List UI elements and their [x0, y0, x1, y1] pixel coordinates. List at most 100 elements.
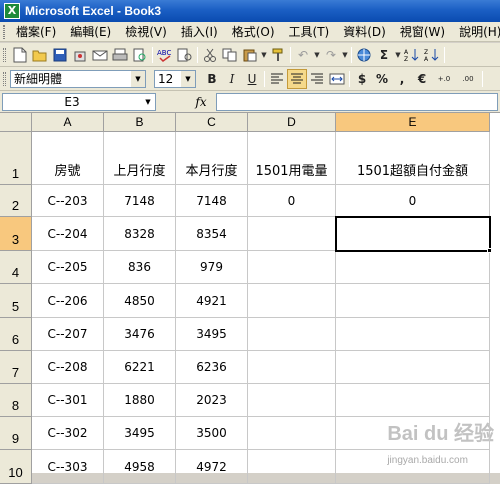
format-painter-icon[interactable]	[268, 45, 288, 65]
cell-b9[interactable]: 3495	[104, 417, 176, 450]
font-name-select[interactable]: 新細明體 ▼	[10, 69, 146, 88]
chevron-down-icon[interactable]: ▼	[260, 51, 268, 59]
cell-d7[interactable]	[248, 351, 336, 384]
fill-handle[interactable]	[487, 248, 492, 253]
currency-button[interactable]: $	[352, 69, 372, 89]
cell-e7[interactable]	[336, 351, 490, 384]
cell-b1[interactable]: 上月行度	[104, 132, 176, 185]
cell-a1[interactable]: 房號	[32, 132, 104, 185]
cell-b2[interactable]: 7148	[104, 185, 176, 217]
toolbar-grip[interactable]	[3, 24, 5, 39]
cell-c8[interactable]: 2023	[176, 384, 248, 417]
print-preview-icon[interactable]	[130, 45, 150, 65]
column-header-e[interactable]: E	[336, 113, 490, 132]
cell-d9[interactable]	[248, 417, 336, 450]
cell-d2[interactable]: 0	[248, 185, 336, 217]
euro-button[interactable]: €	[412, 69, 432, 89]
menu-tools[interactable]: 工具(T)	[282, 23, 337, 40]
cell-b7[interactable]: 6221	[104, 351, 176, 384]
select-all-corner[interactable]	[0, 113, 32, 132]
cell-a6[interactable]: C--207	[32, 318, 104, 351]
chevron-down-icon[interactable]: ▼	[394, 51, 402, 59]
copy-icon[interactable]	[220, 45, 240, 65]
increase-decimal-button[interactable]: +.0	[432, 69, 456, 89]
print-icon[interactable]	[110, 45, 130, 65]
chevron-down-icon[interactable]: ▼	[131, 70, 145, 87]
cell-c6[interactable]: 3495	[176, 318, 248, 351]
column-header-d[interactable]: D	[248, 113, 336, 132]
cell-d4[interactable]	[248, 251, 336, 284]
comma-button[interactable]: ,	[392, 69, 412, 89]
toolbar-grip[interactable]	[3, 71, 6, 86]
cell-a3[interactable]: C--204	[32, 217, 104, 251]
redo-icon[interactable]: ↷	[321, 45, 341, 65]
chevron-down-icon[interactable]: ▼	[313, 51, 321, 59]
cell-c2[interactable]: 7148	[176, 185, 248, 217]
cell-c3[interactable]: 8354	[176, 217, 248, 251]
cell-b3[interactable]: 8328	[104, 217, 176, 251]
merge-center-icon[interactable]	[327, 69, 347, 89]
cell-b10[interactable]: 4958	[104, 450, 176, 484]
row-header-7[interactable]: 7	[0, 351, 32, 384]
sort-descending-icon[interactable]: ZA	[422, 45, 442, 65]
cell-d1[interactable]: 1501用電量	[248, 132, 336, 185]
cut-icon[interactable]	[200, 45, 220, 65]
chevron-down-icon[interactable]: ▼	[141, 98, 155, 106]
cell-c10[interactable]: 4972	[176, 450, 248, 484]
menu-view[interactable]: 檢視(V)	[118, 23, 174, 40]
row-header-10[interactable]: 10	[0, 450, 32, 484]
cell-c4[interactable]: 979	[176, 251, 248, 284]
italic-button[interactable]: I	[222, 69, 242, 89]
cell-b8[interactable]: 1880	[104, 384, 176, 417]
menu-window[interactable]: 視窗(W)	[393, 23, 452, 40]
cell-a5[interactable]: C--206	[32, 284, 104, 318]
toolbar-grip[interactable]	[3, 47, 6, 62]
row-header-6[interactable]: 6	[0, 318, 32, 351]
open-folder-icon[interactable]	[30, 45, 50, 65]
bold-button[interactable]: B	[202, 69, 222, 89]
chevron-down-icon[interactable]: ▼	[181, 70, 195, 87]
cell-d5[interactable]	[248, 284, 336, 318]
cell-a2[interactable]: C--203	[32, 185, 104, 217]
cell-e5[interactable]	[336, 284, 490, 318]
cell-e10[interactable]	[336, 450, 490, 484]
cell-c5[interactable]: 4921	[176, 284, 248, 318]
align-center-icon[interactable]	[287, 68, 307, 89]
menu-insert[interactable]: 插入(I)	[174, 23, 225, 40]
row-header-9[interactable]: 9	[0, 417, 32, 450]
column-header-a[interactable]: A	[32, 113, 104, 132]
cell-c7[interactable]: 6236	[176, 351, 248, 384]
cell-b6[interactable]: 3476	[104, 318, 176, 351]
email-icon[interactable]	[90, 45, 110, 65]
menu-help[interactable]: 說明(H)	[452, 23, 500, 40]
cell-a10[interactable]: C--303	[32, 450, 104, 484]
cell-e6[interactable]	[336, 318, 490, 351]
decrease-decimal-button[interactable]: .00	[456, 69, 480, 89]
cell-a8[interactable]: C--301	[32, 384, 104, 417]
sort-ascending-icon[interactable]: AZ	[402, 45, 422, 65]
row-header-8[interactable]: 8	[0, 384, 32, 417]
cell-e8[interactable]	[336, 384, 490, 417]
cell-e2[interactable]: 0	[336, 185, 490, 217]
cell-a7[interactable]: C--208	[32, 351, 104, 384]
save-icon[interactable]	[50, 45, 70, 65]
name-box[interactable]: E3 ▼	[2, 92, 156, 111]
cell-e9[interactable]	[336, 417, 490, 450]
cell-c9[interactable]: 3500	[176, 417, 248, 450]
cell-e4[interactable]	[336, 251, 490, 284]
column-header-c[interactable]: C	[176, 113, 248, 132]
percent-button[interactable]: %	[372, 69, 392, 89]
align-right-icon[interactable]	[307, 69, 327, 89]
menu-file[interactable]: 檔案(F)	[9, 23, 63, 40]
research-icon[interactable]	[175, 45, 195, 65]
row-header-4[interactable]: 4	[0, 251, 32, 284]
row-header-5[interactable]: 5	[0, 284, 32, 318]
underline-button[interactable]: U	[242, 69, 262, 89]
cell-d6[interactable]	[248, 318, 336, 351]
undo-icon[interactable]: ↶	[293, 45, 313, 65]
formula-input[interactable]	[216, 92, 498, 111]
menu-edit[interactable]: 編輯(E)	[63, 23, 118, 40]
cell-b4[interactable]: 836	[104, 251, 176, 284]
fx-icon[interactable]: fx	[186, 95, 216, 109]
cell-b5[interactable]: 4850	[104, 284, 176, 318]
